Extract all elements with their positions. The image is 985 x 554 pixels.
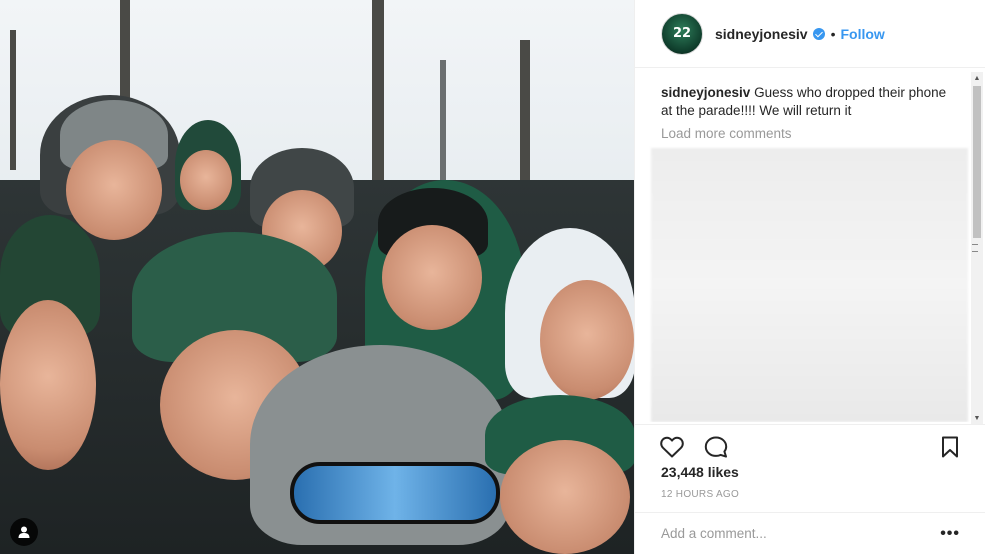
- caption-username[interactable]: sidneyjonesiv: [661, 85, 750, 100]
- header-separator: •: [830, 25, 836, 42]
- post-timestamp[interactable]: 12 HOURS AGO: [661, 489, 739, 500]
- comment-bubble-icon[interactable]: [703, 435, 729, 459]
- photo-face: [0, 300, 96, 470]
- post-photo[interactable]: [0, 0, 634, 554]
- post-caption: sidneyjonesiv Guess who dropped their ph…: [635, 70, 985, 120]
- verified-badge-icon: [812, 27, 825, 40]
- user-icon: [18, 526, 30, 538]
- scroll-up-arrow-icon[interactable]: ▲: [971, 72, 983, 84]
- tagged-users-button[interactable]: [10, 518, 38, 546]
- bookmark-icon[interactable]: [937, 435, 963, 459]
- post-sidebar: 22 sidneyjonesiv • Follow sidneyjonesiv …: [634, 0, 985, 554]
- photo-sunglasses: [290, 462, 500, 524]
- heart-icon[interactable]: [659, 435, 685, 459]
- post-actions: [635, 424, 985, 464]
- load-more-comments-button[interactable]: Load more comments: [635, 120, 985, 141]
- photo-face: [382, 225, 482, 330]
- author-username[interactable]: sidneyjonesiv: [715, 26, 808, 42]
- author-avatar[interactable]: 22: [661, 12, 703, 55]
- more-options-button[interactable]: •••: [940, 525, 960, 543]
- follow-button[interactable]: Follow: [841, 26, 885, 42]
- post-header: 22 sidneyjonesiv • Follow: [635, 0, 985, 68]
- blurred-comments-region: [651, 148, 968, 422]
- photo-face: [500, 440, 630, 554]
- scroll-down-arrow-icon[interactable]: ▼: [971, 412, 983, 424]
- photo-tree: [372, 0, 384, 190]
- photo-tree: [440, 60, 446, 180]
- photo-face: [66, 140, 162, 240]
- photo-tree: [10, 30, 16, 170]
- add-comment-input[interactable]: [661, 526, 941, 541]
- scrollbar-grip-icon: [972, 244, 978, 252]
- comments-scrollbar[interactable]: ▲ ▼: [971, 72, 983, 424]
- likes-count[interactable]: 23,448 likes: [661, 464, 739, 480]
- photo-face: [180, 150, 232, 210]
- add-comment-row: •••: [635, 512, 985, 554]
- photo-face: [540, 280, 634, 400]
- comments-area[interactable]: sidneyjonesiv Guess who dropped their ph…: [635, 70, 985, 422]
- avatar-text: 22: [672, 26, 692, 41]
- scrollbar-thumb[interactable]: [972, 86, 981, 252]
